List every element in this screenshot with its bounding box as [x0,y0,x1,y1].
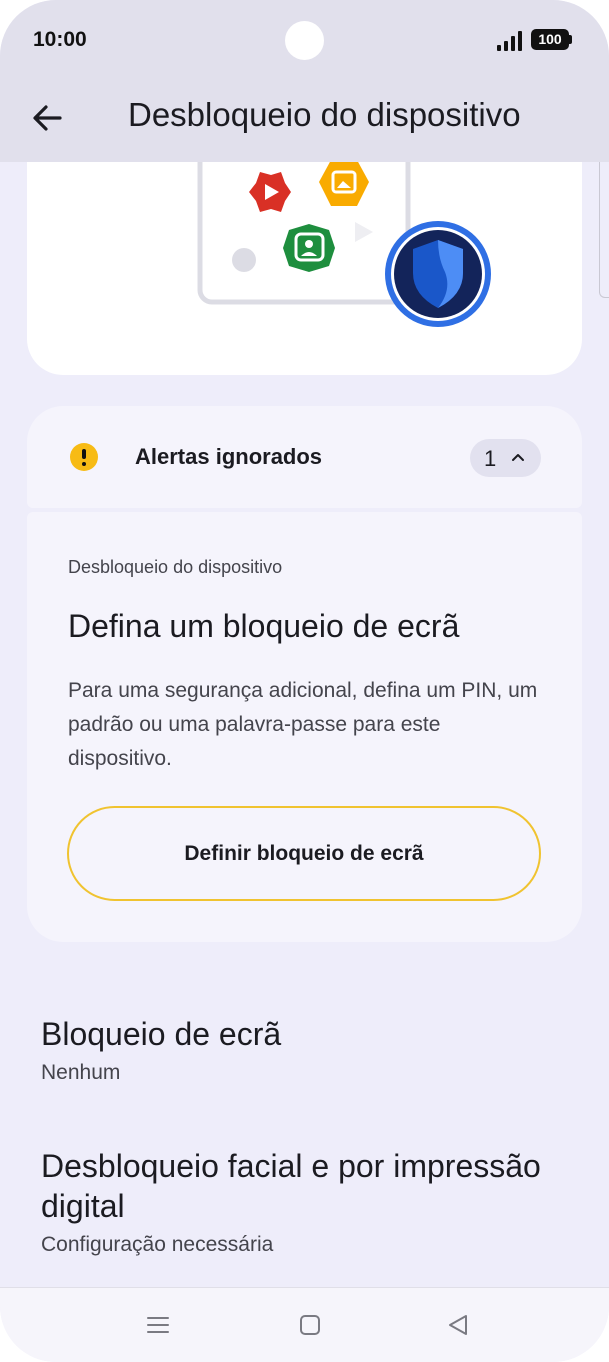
chevron-up-icon [512,454,524,461]
arrow-back-icon[interactable] [28,98,68,138]
setting-face-fingerprint-unlock[interactable]: Desbloqueio facial e por impressão digit… [41,1146,586,1260]
ignored-alerts-title: Alertas ignorados [135,444,323,469]
alert-description: Para uma segurança adicional, defina um … [68,679,538,770]
shield-badge-icon [385,221,491,327]
setting-title: Desbloqueio facial e por impressão digit… [41,1148,541,1224]
status-bar: 10:00 100 [0,0,609,80]
setting-title: Bloqueio de ecrã [41,1016,282,1052]
setting-screen-lock[interactable]: Bloqueio de ecrã Nenhum [41,1014,586,1088]
back-triangle-icon[interactable] [446,1313,470,1337]
alerts-count-chip[interactable]: 1 [470,439,541,477]
alert-heading: Defina um bloqueio de ecrã [68,608,460,644]
ignored-alerts-header[interactable]: Alertas ignorados 1 [27,406,582,508]
menu-icon[interactable] [146,1313,170,1337]
signal-icon [497,31,522,51]
alert-category: Desbloqueio do dispositivo [68,557,283,577]
setting-subtitle: Nenhum [41,1061,121,1084]
page-title: Desbloqueio do dispositivo [128,96,521,133]
setting-subtitle: Configuração necessária [41,1233,274,1256]
set-screen-lock-button[interactable]: Definir bloqueio de ecrã [67,806,541,901]
home-icon[interactable] [298,1313,322,1337]
battery-icon: 100 [531,29,572,50]
navigation-bar [0,1287,609,1362]
app-bar: Desbloqueio do dispositivo [0,80,609,162]
contacts-app-icon [283,224,335,272]
dot-shape [232,248,256,272]
alert-card: Desbloqueio do dispositivo Defina um blo… [27,512,582,942]
camera-cutout [285,21,324,60]
phone-screen: 10:00 100 Desbloqueio do dispositivo Ale… [0,0,609,1362]
alerts-count: 1 [484,446,497,471]
warning-icon [70,443,98,471]
status-time: 10:00 [33,28,87,51]
